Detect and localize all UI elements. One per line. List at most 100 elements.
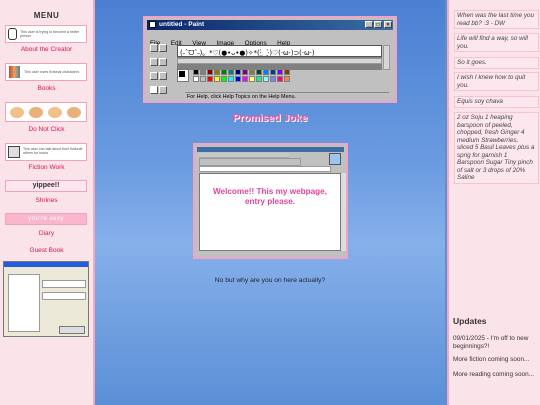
color-swatch[interactable] <box>256 69 262 75</box>
color-swatch[interactable] <box>207 76 213 82</box>
stamp-text: yippee!! <box>32 182 60 189</box>
thumb-tree <box>8 274 40 332</box>
paint-toolbox <box>148 42 170 102</box>
why-text: No but why are you on here actually? <box>214 277 326 284</box>
color-swatch[interactable] <box>235 76 241 82</box>
picker-icon[interactable] <box>150 72 158 80</box>
vertical-scrollbar[interactable] <box>383 45 390 70</box>
eraser-icon[interactable] <box>150 58 158 66</box>
pencil-icon[interactable] <box>150 86 158 94</box>
stamp-books[interactable]: This user loves fictional characters <box>5 63 87 81</box>
note: 2 oz Soju 1 heaping barspoon of peeled, … <box>454 112 539 184</box>
character-icon <box>8 146 20 158</box>
thumb-button <box>59 326 85 334</box>
color-swatch[interactable] <box>200 69 206 75</box>
color-swatch[interactable] <box>193 69 199 75</box>
note: So it goes. <box>454 57 539 69</box>
color-swatch[interactable] <box>214 76 220 82</box>
color-swatch[interactable] <box>270 69 276 75</box>
color-swatch[interactable] <box>256 76 262 82</box>
girl-icon <box>8 28 17 40</box>
stamp-text: This user is trying to become a better p… <box>20 30 80 38</box>
browser-content: Welcome!! This my webpage, entry please. <box>199 173 341 251</box>
nav-fiction-work[interactable]: Fiction Work <box>0 164 93 171</box>
thumb-titlebar <box>4 262 88 267</box>
magnifier-icon[interactable] <box>159 72 167 80</box>
current-color-icon[interactable] <box>177 69 189 82</box>
nav-shrines[interactable]: Shrines <box>0 197 93 204</box>
stamp-text: This user loves fictional characters <box>24 70 80 74</box>
nav-books[interactable]: Books <box>0 85 93 92</box>
color-swatch[interactable] <box>263 69 269 75</box>
color-swatch[interactable] <box>242 69 248 75</box>
note: Life will find a way, so will you. <box>454 33 539 52</box>
color-swatch[interactable] <box>284 69 290 75</box>
color-swatch[interactable] <box>200 76 206 82</box>
color-swatch[interactable] <box>270 76 276 82</box>
nav-guest-book[interactable]: Guest Book <box>0 247 93 254</box>
color-swatch[interactable] <box>214 69 220 75</box>
close-icon[interactable]: × <box>384 21 392 28</box>
note: I wish I knew how to quit you. <box>454 72 539 91</box>
stamp-about[interactable]: This user is trying to become a better p… <box>5 25 87 43</box>
color-swatch[interactable] <box>207 69 213 75</box>
fill-icon[interactable] <box>159 58 167 66</box>
select-free-icon[interactable] <box>150 44 158 52</box>
thumb-field <box>42 292 86 300</box>
stamp-yippee[interactable]: yippee!! <box>5 180 87 192</box>
paint-app-icon <box>149 21 156 28</box>
ie-logo-icon <box>329 153 341 165</box>
browser-scrollbar[interactable] <box>341 173 346 251</box>
color-swatch[interactable] <box>193 76 199 82</box>
color-swatch[interactable] <box>221 69 227 75</box>
color-swatch[interactable] <box>249 76 255 82</box>
color-swatch[interactable] <box>228 69 234 75</box>
nav-do-not-click[interactable]: Do Not Click <box>0 126 93 133</box>
color-swatch[interactable] <box>277 69 283 75</box>
menu-title: MENU <box>33 11 60 20</box>
stamp-fiction[interactable]: This user can talk about their fictional… <box>5 143 87 161</box>
browser-toolbar <box>199 158 301 166</box>
browser-window: Welcome!! This my webpage, entry please. <box>193 143 348 259</box>
browser-titlebar[interactable] <box>197 147 344 152</box>
promised-joke-title[interactable]: Promised Joke <box>95 112 445 124</box>
color-swatch[interactable] <box>249 69 255 75</box>
brush-icon[interactable] <box>159 86 167 94</box>
address-bar[interactable] <box>199 166 331 172</box>
update-item: 09/01/2025 - I'm off to new beginnings?! <box>453 335 529 350</box>
horizontal-scrollbar[interactable] <box>177 58 382 64</box>
paint-window: untitled - Paint _ □ × File Edit View Im… <box>143 16 397 103</box>
status-text: For Help, click Help Topics on the Help … <box>187 94 296 100</box>
stamp-do-not-click[interactable] <box>5 102 87 122</box>
paint-title: untitled - Paint <box>159 21 205 28</box>
color-swatch[interactable] <box>263 76 269 82</box>
color-swatch[interactable] <box>235 69 241 75</box>
update-item: More fiction coming soon... <box>453 356 530 363</box>
nav-diary[interactable]: Diary <box>0 230 93 237</box>
maximize-icon[interactable]: □ <box>374 21 382 28</box>
screenshot-thumbnail[interactable] <box>3 261 89 337</box>
color-swatch[interactable] <box>221 76 227 82</box>
paint-canvas[interactable]: (˶ˆᗜˆ˵)。*♡(●•ᴗ•●)✧*(‧̥́‿‧̥̀)♡(·ω·)⊃(·ω·) <box>177 45 382 57</box>
hamster-icon <box>48 107 62 118</box>
color-swatch[interactable] <box>242 76 248 82</box>
select-rect-icon[interactable] <box>159 44 167 52</box>
color-swatch[interactable] <box>284 76 290 82</box>
note: When was the last time you read bb? :3 -… <box>454 10 539 29</box>
stamp-sexy[interactable]: you're sexy <box>5 213 87 225</box>
color-swatch[interactable] <box>228 76 234 82</box>
color-swatch[interactable] <box>277 76 283 82</box>
left-sidebar: MENU This user is trying to become a bet… <box>0 0 95 405</box>
hamster-icon <box>67 107 81 118</box>
nav-about-creator[interactable]: About the Creator <box>0 46 93 53</box>
color-palette <box>177 69 357 83</box>
updates-title: Updates <box>453 316 487 326</box>
paint-titlebar[interactable]: untitled - Paint _ □ × <box>147 20 393 30</box>
welcome-text: Welcome!! This my webpage, entry please. <box>212 187 328 206</box>
right-sidebar: When was the last time you read bb? :3 -… <box>447 0 540 405</box>
status-bar: For Help, click Help Topics on the Help … <box>185 92 389 101</box>
stamp-text: This user can talk about their fictional… <box>23 147 83 155</box>
update-item: More reading coming soon... <box>453 371 534 378</box>
minimize-icon[interactable]: _ <box>365 21 373 28</box>
note: Equis soy chava <box>454 96 539 108</box>
